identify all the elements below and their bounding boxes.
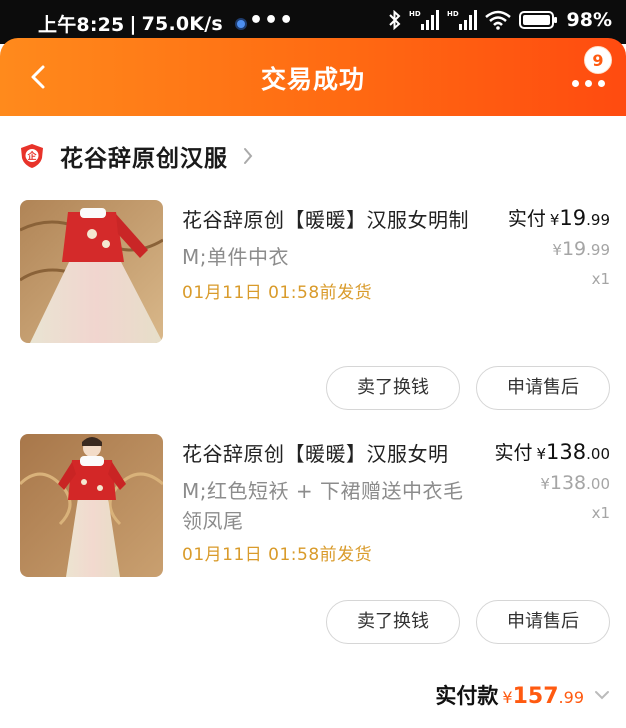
- request-after-sale-button[interactable]: 申请售后: [476, 600, 610, 644]
- quantity: x1: [591, 504, 610, 522]
- sell-for-cash-button[interactable]: 卖了换钱: [326, 600, 460, 644]
- total-label: 实付款: [435, 684, 499, 708]
- total-decimal: .99: [558, 688, 584, 707]
- svg-text:HD: HD: [409, 10, 421, 18]
- orig-integer: 138: [549, 472, 587, 494]
- status-more-dots: •••: [249, 8, 295, 33]
- battery-percent: 98%: [566, 9, 612, 31]
- request-after-sale-button[interactable]: 申请售后: [476, 366, 610, 410]
- battery-icon: [518, 10, 559, 30]
- page-header: 交易成功 9: [0, 38, 626, 116]
- shop-name[interactable]: 花谷辞原创汉服: [60, 139, 228, 173]
- product-title[interactable]: 花谷辞原创【暖暖】汉服女明: [182, 438, 449, 467]
- order-total[interactable]: 实付款 ¥ 157 .99: [435, 680, 610, 710]
- signal-hd-2-icon: HD: [447, 9, 477, 31]
- paid-decimal: .99: [586, 211, 610, 229]
- shipping-deadline: 01月11日 01:58前发货: [182, 283, 373, 303]
- order-item: 花谷辞原创【暖暖】汉服女明制 M;单件中衣 01月11日 01:58前发货 实付…: [0, 200, 626, 430]
- more-menu-button[interactable]: 9: [566, 46, 616, 102]
- chevron-right-icon: [244, 148, 253, 164]
- paid-decimal: .00: [586, 445, 610, 463]
- shop-row[interactable]: 企 花谷辞原创汉服: [20, 138, 254, 174]
- sell-for-cash-button[interactable]: 卖了换钱: [326, 366, 460, 410]
- orig-decimal: .99: [586, 241, 610, 259]
- paid-price: 实付 ¥19.99: [508, 204, 610, 231]
- sync-dot-icon: [236, 19, 245, 28]
- orig-decimal: .00: [586, 475, 610, 493]
- status-separator: |: [129, 12, 137, 35]
- more-dots-icon: [572, 80, 605, 87]
- orig-currency: ¥: [540, 475, 550, 493]
- product-title[interactable]: 花谷辞原创【暖暖】汉服女明制: [182, 204, 469, 233]
- network-speed: 75.0K/s: [141, 12, 223, 35]
- shipping-deadline: 01月11日 01:58前发货: [182, 545, 373, 565]
- chevron-down-icon[interactable]: [594, 690, 610, 700]
- paid-currency: ¥: [536, 445, 547, 463]
- product-sku: M;单件中衣: [182, 245, 289, 269]
- status-time-speed: 上午8:25 | 75.0K/s: [38, 10, 245, 37]
- bluetooth-icon: [388, 10, 401, 30]
- svg-text:企: 企: [26, 150, 37, 162]
- original-price: ¥19.99: [552, 238, 610, 260]
- message-count-badge: 9: [584, 46, 612, 74]
- order-item: 花谷辞原创【暖暖】汉服女明 M;红色短袄 + 下裙赠送中衣毛领凤尾 01月11日…: [0, 434, 626, 664]
- status-icons: HD HD 98%: [388, 9, 612, 31]
- paid-currency: ¥: [549, 211, 560, 229]
- paid-price: 实付 ¥138.00: [494, 438, 610, 465]
- paid-label: 实付: [494, 442, 533, 464]
- quantity: x1: [591, 270, 610, 288]
- status-time: 上午8:25: [38, 14, 125, 36]
- signal-hd-icon: HD: [409, 9, 439, 31]
- total-integer: 157: [512, 684, 559, 709]
- orig-currency: ¥: [552, 241, 562, 259]
- product-sku: M;红色短袄 + 下裙赠送中衣毛领凤尾: [182, 479, 464, 533]
- wifi-icon: [484, 10, 511, 30]
- paid-integer: 19: [559, 206, 587, 230]
- paid-label: 实付: [507, 208, 546, 230]
- product-image[interactable]: [20, 434, 163, 577]
- orig-integer: 19: [561, 238, 587, 260]
- original-price: ¥138.00: [540, 472, 610, 494]
- svg-text:HD: HD: [447, 10, 459, 18]
- total-currency: ¥: [502, 688, 513, 707]
- product-image[interactable]: [20, 200, 163, 343]
- enterprise-shield-icon: 企: [21, 144, 43, 168]
- page-title: 交易成功: [260, 65, 365, 94]
- paid-integer: 138: [546, 440, 587, 464]
